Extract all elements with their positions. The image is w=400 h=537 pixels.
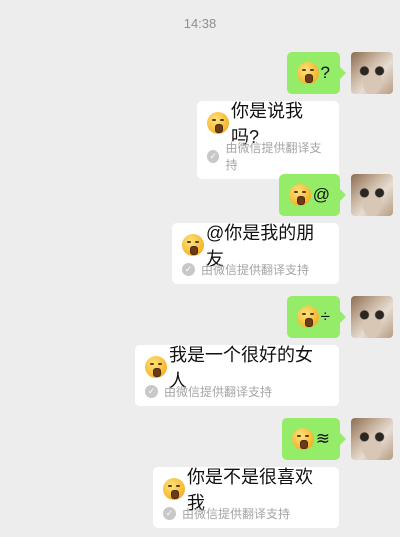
- check-icon: ✓: [182, 263, 195, 276]
- translation-provider-note: 由微信提供翻译支持: [201, 263, 310, 277]
- sent-message-text: ≋: [315, 429, 330, 448]
- user-avatar[interactable]: [351, 418, 393, 460]
- sent-message-text: ?: [320, 63, 330, 82]
- check-icon: ✓: [163, 507, 176, 520]
- sent-message-bubble[interactable]: ≋: [281, 418, 347, 460]
- speechless-emoji-icon: [288, 184, 311, 206]
- speechless-emoji-icon: [145, 356, 167, 378]
- user-avatar[interactable]: [351, 52, 393, 94]
- speechless-emoji-icon: [296, 62, 319, 84]
- sent-message-bubble[interactable]: @: [278, 174, 347, 216]
- user-avatar[interactable]: [351, 296, 393, 338]
- translation-card[interactable]: 你是说我吗? ✓ 由微信提供翻译支持: [197, 101, 339, 179]
- translation-card[interactable]: @你是我的朋友 ✓ 由微信提供翻译支持: [172, 223, 339, 284]
- sent-message-bubble[interactable]: ÷: [286, 296, 347, 338]
- translation-provider-note: 由微信提供翻译支持: [182, 507, 291, 521]
- sent-message-bubble[interactable]: ?: [286, 52, 347, 94]
- translation-card[interactable]: 我是一个很好的女人 ✓ 由微信提供翻译支持: [135, 345, 339, 406]
- translation-card[interactable]: 你是不是很喜欢我 ✓ 由微信提供翻译支持: [153, 467, 339, 528]
- check-icon: ✓: [207, 149, 220, 163]
- translation-provider-note: 由微信提供翻译支持: [164, 385, 273, 399]
- speechless-emoji-icon: [163, 478, 185, 500]
- user-avatar[interactable]: [351, 174, 393, 216]
- speechless-emoji-icon: [207, 112, 229, 134]
- chat-timestamp: 14:38: [183, 16, 217, 31]
- speechless-emoji-icon: [182, 234, 204, 256]
- sent-message-text: ÷: [320, 307, 330, 326]
- sent-message-text: @: [312, 185, 330, 204]
- speechless-emoji-icon: [296, 306, 319, 328]
- check-icon: ✓: [145, 385, 158, 398]
- speechless-emoji-icon: [291, 428, 314, 450]
- translation-provider-note: 由微信提供翻译支持: [225, 141, 322, 172]
